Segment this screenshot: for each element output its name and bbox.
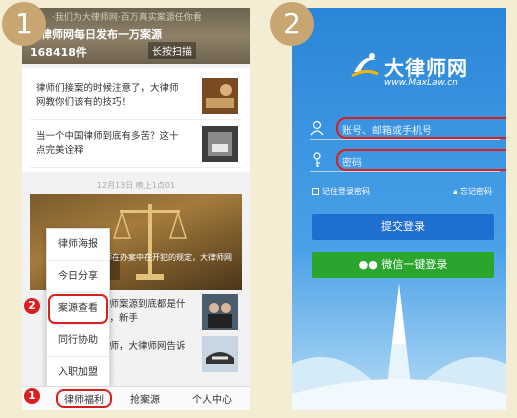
step-badge-2: 2 xyxy=(270,2,314,46)
nav-grab-cases[interactable]: 抢案源 xyxy=(130,391,160,406)
wechat-login-label: 微信一键登录 xyxy=(381,258,448,271)
step-marker-1: 1 xyxy=(24,388,40,404)
user-icon xyxy=(310,120,324,136)
remember-checkbox[interactable] xyxy=(312,188,319,195)
brand-logo: 大律师网 www.MaxLaw.cn xyxy=(292,48,506,108)
welfare-popup-menu: 律师海报 今日分享 案源查看 同行协助 入职加盟 xyxy=(46,228,110,390)
step-badge-1: 1 xyxy=(2,2,46,46)
article-title: 律师，大律师网告诉 xyxy=(100,341,186,352)
article-item[interactable]: 当一个中国律师到底有多苦？这十点完美诠释 xyxy=(30,122,242,168)
forgot-password-link[interactable]: 🔒︎ 忘记密码 xyxy=(453,186,492,197)
phone-screen-1: ·我们为大律师网·百万真实案源任你看 大律师网每日发布一万案源 168418件 … xyxy=(22,8,250,410)
wechat-login-button[interactable]: ●● 微信一键登录 xyxy=(312,252,494,278)
banner-scan-label: 长按扫描 xyxy=(148,42,196,59)
brand-url: www.MaxLaw.cn xyxy=(384,78,458,88)
timestamp: 12月13日 晚上1点01 xyxy=(96,181,176,190)
menu-item-case-view[interactable]: 案源查看 xyxy=(47,293,109,325)
article-title: 当一个中国律师到底有多苦？这十点完美诠释 xyxy=(36,131,179,156)
key-icon xyxy=(313,152,321,167)
remember-label: 记住登录密码 xyxy=(322,187,370,196)
article-thumbnail xyxy=(202,126,238,162)
banner-count: 168418件 xyxy=(30,46,87,59)
submit-login-button[interactable]: 提交登录 xyxy=(312,214,494,240)
article-thumbnail xyxy=(202,336,238,372)
password-placeholder: 密码 xyxy=(342,158,362,169)
step-marker-2: 2 xyxy=(24,298,40,314)
phone-screen-2: 大律师网 www.MaxLaw.cn 账号、邮箱或手机号 密码 记住登录密码 🔒… xyxy=(292,8,506,410)
account-field[interactable]: 账号、邮箱或手机号 xyxy=(310,117,506,140)
menu-item-poster[interactable]: 律师海报 xyxy=(47,229,109,261)
nav-personal-center[interactable]: 个人中心 xyxy=(192,391,232,406)
logo-icon xyxy=(351,53,379,78)
article-thumbnail xyxy=(202,78,238,114)
article-item[interactable]: 律师们接案的时候注意了，大律师网教你们该有的技巧！ xyxy=(30,74,242,120)
forgot-label: 忘记密码 xyxy=(460,187,492,196)
menu-item-join[interactable]: 入职加盟 xyxy=(47,357,109,389)
promo-banner[interactable]: ·我们为大律师网·百万真实案源任你看 大律师网每日发布一万案源 168418件 … xyxy=(22,8,250,64)
wechat-icon: ●● xyxy=(358,258,378,271)
remember-password[interactable]: 记住登录密码 xyxy=(312,186,370,197)
menu-item-peer-help[interactable]: 同行协助 xyxy=(47,325,109,357)
article-thumbnail xyxy=(202,294,238,330)
rocket-illustration xyxy=(292,284,506,410)
lock-icon: 🔒︎ xyxy=(453,187,458,196)
nav-lawyer-welfare[interactable]: 律师福利 xyxy=(56,389,112,408)
article-title: 律师们接案的时候注意了，大律师网教你们该有的技巧！ xyxy=(36,83,179,108)
feature-banner-text: 律师在办案中在开犯的规定，大律师网为 xyxy=(96,253,232,273)
banner-headline: 大律师网每日发布一万案源 xyxy=(30,28,162,41)
banner-tagline: ·我们为大律师网·百万真实案源任你看 xyxy=(52,13,202,23)
account-placeholder: 账号、邮箱或手机号 xyxy=(342,126,432,137)
article-title: 律师案源到底都是什么，新手 xyxy=(100,299,186,324)
brand-name: 大律师网 xyxy=(384,56,468,80)
password-field[interactable]: 密码 xyxy=(310,149,506,172)
bottom-nav: 律师福利 抢案源 个人中心 xyxy=(22,386,250,410)
menu-item-share[interactable]: 今日分享 xyxy=(47,261,109,293)
